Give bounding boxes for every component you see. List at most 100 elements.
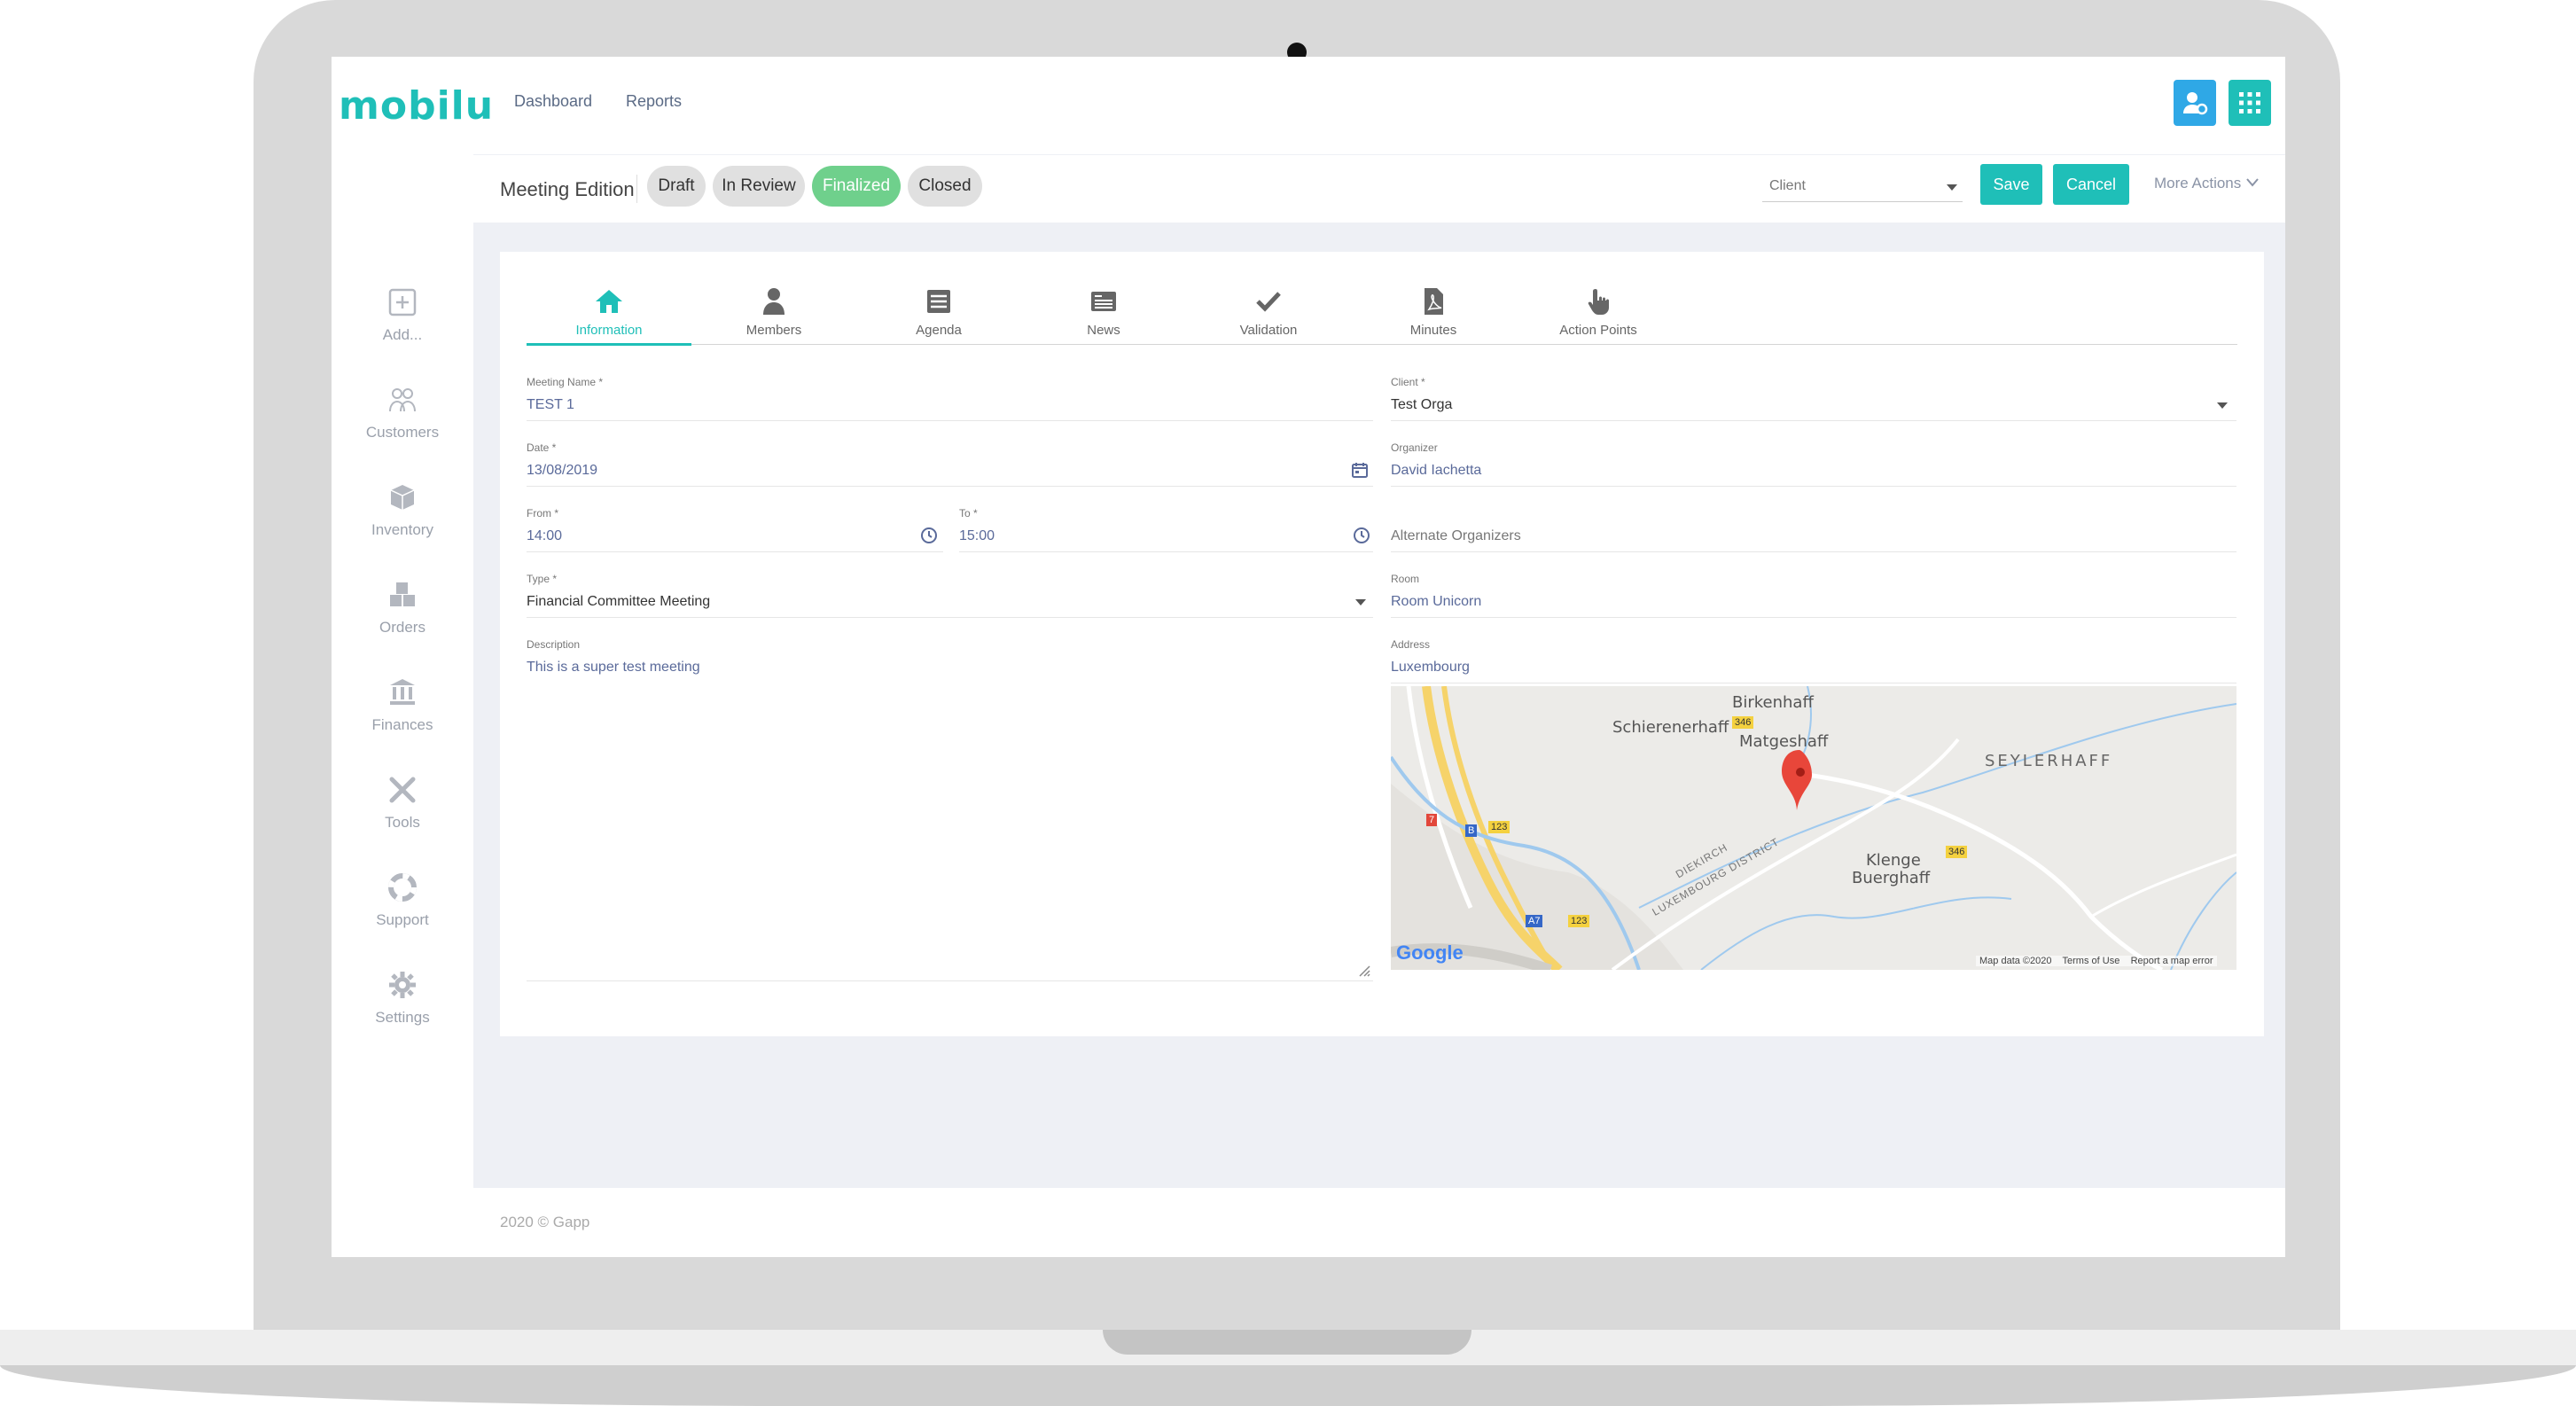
- box-icon: [390, 485, 415, 510]
- sidebar-item-inventory[interactable]: Inventory: [332, 482, 473, 539]
- tab-minutes[interactable]: Minutes: [1351, 285, 1516, 338]
- grid-icon: [2239, 92, 2260, 113]
- tab-validation[interactable]: Validation: [1186, 285, 1351, 338]
- logo[interactable]: mobilu: [339, 83, 494, 129]
- boxes-icon: [390, 582, 415, 606]
- road-badge: A7: [1526, 915, 1543, 927]
- sidebar-item-label: Add...: [382, 326, 423, 343]
- bank-icon: [390, 679, 415, 705]
- road-badge: 346: [1946, 846, 1968, 858]
- road-badge: B: [1465, 824, 1478, 837]
- clock-icon[interactable]: [1353, 527, 1370, 544]
- client-select[interactable]: Test Orga: [1391, 397, 1452, 413]
- newspaper-icon: [1091, 292, 1116, 311]
- date-field[interactable]: 13/08/2019: [527, 463, 597, 479]
- terms-link[interactable]: Terms of Use: [2063, 956, 2120, 966]
- address-label: Address: [1391, 638, 1431, 651]
- map-place: Klenge: [1866, 851, 1921, 870]
- content-area: Information Members Agenda News Validati…: [473, 222, 2285, 1188]
- to-field[interactable]: 15:00: [959, 528, 995, 544]
- map-place: Birkenhaff: [1732, 693, 1814, 712]
- nav-reports[interactable]: Reports: [626, 92, 682, 111]
- pdf-file-icon: [1425, 288, 1443, 315]
- laptop-base-bottom: [0, 1365, 2576, 1406]
- sidebar-item-label: Settings: [375, 1009, 430, 1026]
- resize-handle-icon[interactable]: [1356, 963, 1370, 977]
- clock-icon[interactable]: [920, 527, 938, 544]
- status-draft[interactable]: Draft: [647, 166, 706, 207]
- client-label: Client *: [1391, 376, 1425, 388]
- active-tab-indicator: [527, 343, 691, 346]
- footer: 2020 © Gapp: [500, 1214, 590, 1230]
- sidebar-item-settings[interactable]: Settings: [332, 970, 473, 1027]
- sidebar-item-label: Inventory: [371, 521, 433, 538]
- apps-button[interactable]: [2229, 80, 2271, 126]
- tab-news[interactable]: News: [1021, 285, 1186, 338]
- save-button[interactable]: Save: [1980, 164, 2042, 205]
- description-textarea[interactable]: This is a super test meeting: [527, 660, 700, 676]
- user-gear-icon: [2183, 92, 2208, 115]
- from-field[interactable]: 14:00: [527, 528, 562, 544]
- type-select[interactable]: Financial Committee Meeting: [527, 594, 710, 610]
- tab-agenda[interactable]: Agenda: [856, 285, 1021, 338]
- tab-information[interactable]: Information: [527, 285, 691, 338]
- lifebuoy-icon: [388, 873, 417, 902]
- map-canvas: [1391, 686, 2236, 970]
- gear-icon: [389, 972, 416, 998]
- nav-dashboard[interactable]: Dashboard: [514, 92, 592, 111]
- chevron-down-icon[interactable]: [1354, 598, 1367, 606]
- chevron-down-icon: [2246, 178, 2259, 187]
- sidebar-item-orders[interactable]: Orders: [332, 580, 473, 637]
- road-badge: 123: [1488, 821, 1510, 833]
- tabs-divider: [527, 344, 2237, 345]
- sidebar-item-finances[interactable]: Finances: [332, 677, 473, 734]
- field-underline: [527, 551, 943, 552]
- field-underline: [1391, 420, 2236, 421]
- pointer-hand-icon: [1588, 289, 1609, 315]
- check-icon: [1256, 292, 1281, 312]
- status-finalized[interactable]: Finalized: [812, 166, 901, 207]
- client-dropdown-label: Client: [1769, 178, 1806, 193]
- users-icon: [389, 388, 416, 412]
- tools-icon: [389, 777, 416, 803]
- field-underline: [527, 980, 1373, 981]
- alternate-organizers-field[interactable]: Alternate Organizers: [1391, 528, 1521, 544]
- laptop-notch: [1103, 1330, 1471, 1355]
- meeting-name-field[interactable]: TEST 1: [527, 397, 574, 413]
- room-field[interactable]: Room Unicorn: [1391, 594, 1481, 610]
- more-actions-button[interactable]: More Actions: [2154, 175, 2260, 192]
- client-dropdown[interactable]: Client: [1762, 175, 1963, 202]
- user-settings-button[interactable]: [2174, 80, 2216, 126]
- report-map-error-link[interactable]: Report a map error: [2131, 956, 2213, 966]
- calendar-icon[interactable]: [1351, 461, 1369, 479]
- sidebar-item-customers[interactable]: Customers: [332, 385, 473, 441]
- chevron-down-icon[interactable]: [2216, 401, 2229, 410]
- tab-action-points[interactable]: Action Points: [1516, 285, 1681, 338]
- cancel-button[interactable]: Cancel: [2053, 164, 2129, 205]
- status-in-review[interactable]: In Review: [713, 166, 805, 207]
- sidebar-item-label: Orders: [379, 619, 425, 636]
- address-field[interactable]: Luxembourg: [1391, 660, 1470, 676]
- field-underline: [527, 486, 1373, 487]
- tab-members[interactable]: Members: [691, 285, 856, 338]
- sidebar-item-add[interactable]: Add...: [332, 287, 473, 344]
- status-closed[interactable]: Closed: [908, 166, 982, 207]
- description-label: Description: [527, 638, 581, 651]
- sidebar-item-label: Finances: [371, 716, 433, 733]
- chevron-down-icon: [1947, 184, 1957, 191]
- google-logo: Google: [1396, 941, 1464, 964]
- organizer-field[interactable]: David Iachetta: [1391, 463, 1481, 479]
- field-underline: [959, 551, 1373, 552]
- meeting-name-label: Meeting Name *: [527, 376, 604, 388]
- map-place: SEYLERHAFF: [1985, 752, 2113, 770]
- home-icon: [596, 290, 622, 313]
- field-underline: [527, 617, 1373, 618]
- meeting-card: Information Members Agenda News Validati…: [500, 252, 2264, 1036]
- field-underline: [1391, 617, 2236, 618]
- sidebar-item-label: Support: [376, 911, 429, 928]
- sidebar-item-tools[interactable]: Tools: [332, 775, 473, 832]
- map[interactable]: Birkenhaff Schierenerhaff Matgeshaff SEY…: [1391, 686, 2236, 970]
- sidebar-item-support[interactable]: Support: [332, 872, 473, 929]
- date-label: Date *: [527, 441, 557, 454]
- plus-square-icon: [388, 288, 417, 316]
